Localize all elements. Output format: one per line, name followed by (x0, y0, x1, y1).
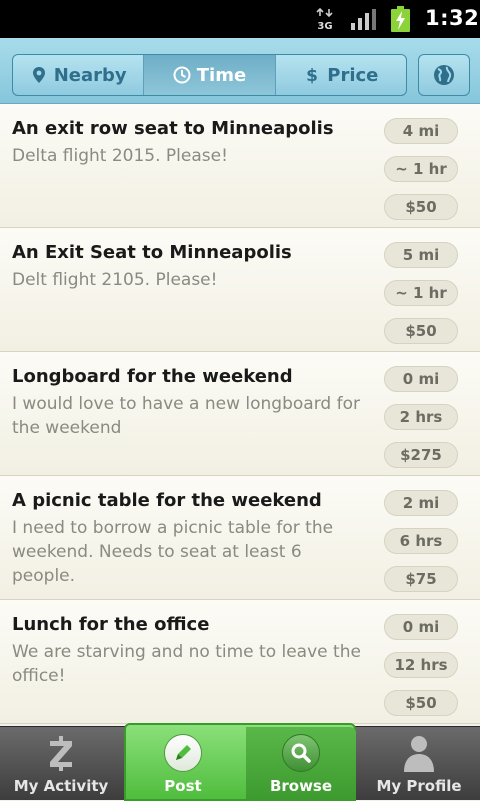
bottom-tab-bar: My Activity Post Browse My Profile (0, 723, 480, 801)
distance-badge: 2 mi (384, 490, 458, 516)
tab-browse[interactable]: Browse (246, 727, 356, 801)
battery-charging-icon (391, 6, 410, 32)
tab-price-label: Price (327, 64, 379, 86)
dollar-icon: $ (306, 66, 318, 84)
listing-title: A picnic table for the weekend (12, 490, 322, 511)
time-badge: ~ 1 hr (384, 156, 458, 182)
listing-description: We are starving and no time to leave the… (12, 642, 361, 686)
price-badge: $50 (384, 690, 458, 716)
time-badge: 12 hrs (384, 652, 458, 678)
activity-icon (41, 733, 81, 773)
listing-description: Delta flight 2015. Please! (12, 146, 228, 166)
tab-my-profile-label: My Profile (376, 777, 462, 795)
tab-browse-label: Browse (269, 777, 333, 795)
list-item[interactable]: An exit row seat to Minneapolis Delta fl… (0, 104, 480, 228)
person-icon (399, 733, 439, 773)
price-badge: $275 (384, 442, 458, 468)
tab-time-label: Time (196, 64, 247, 86)
network-3g-icon: 3G (316, 8, 333, 30)
status-bar: 3G 1:32 (0, 0, 480, 38)
listing-description: Delt flight 2105. Please! (12, 270, 218, 290)
time-badge: ~ 1 hr (384, 280, 458, 306)
signal-icon (351, 9, 376, 30)
tab-nearby[interactable]: Nearby (13, 55, 145, 95)
svg-text:$: $ (306, 66, 318, 84)
tab-time[interactable]: Time (144, 55, 276, 95)
distance-badge: 4 mi (384, 118, 458, 144)
distance-badge: 5 mi (384, 242, 458, 268)
listing-list: An exit row seat to Minneapolis Delta fl… (0, 104, 480, 726)
search-icon (282, 734, 320, 772)
tab-my-activity-label: My Activity (13, 777, 109, 795)
listing-title: An exit row seat to Minneapolis (12, 118, 334, 139)
distance-badge: 0 mi (384, 614, 458, 640)
clock-icon (173, 66, 191, 84)
price-badge: $75 (384, 566, 458, 592)
pencil-icon (164, 734, 202, 772)
globe-icon (434, 65, 454, 85)
tab-my-profile[interactable]: My Profile (358, 727, 480, 801)
tab-post-label: Post (164, 777, 202, 795)
list-item[interactable]: Lunch for the office We are starving and… (0, 600, 480, 724)
listing-description: I need to borrow a picnic table for the … (12, 518, 334, 586)
tab-nearby-label: Nearby (53, 64, 127, 86)
distance-badge: 0 mi (384, 366, 458, 392)
map-pin-icon (32, 67, 45, 83)
tab-my-activity[interactable]: My Activity (0, 727, 122, 801)
time-badge: 2 hrs (384, 404, 458, 430)
listing-title: An Exit Seat to Minneapolis (12, 242, 292, 263)
tab-post[interactable]: Post (124, 727, 242, 801)
listing-title: Lunch for the office (12, 614, 210, 635)
listing-title: Longboard for the weekend (12, 366, 293, 387)
list-item[interactable]: Longboard for the weekend I would love t… (0, 352, 480, 476)
clock: 1:32 (425, 6, 480, 30)
sort-segmented-control: Nearby Time $ Price (12, 54, 407, 96)
network-label: 3G (317, 21, 332, 30)
tab-price[interactable]: $ Price (276, 55, 406, 95)
list-item[interactable]: A picnic table for the weekend I need to… (0, 476, 480, 600)
time-badge: 6 hrs (384, 528, 458, 554)
listing-description: I would love to have a new longboard for… (12, 394, 360, 438)
price-badge: $50 (384, 194, 458, 220)
price-badge: $50 (384, 318, 458, 344)
sort-bar: Nearby Time $ Price (0, 38, 480, 104)
list-item[interactable]: An Exit Seat to Minneapolis Delt flight … (0, 228, 480, 352)
globe-button[interactable] (418, 54, 470, 96)
